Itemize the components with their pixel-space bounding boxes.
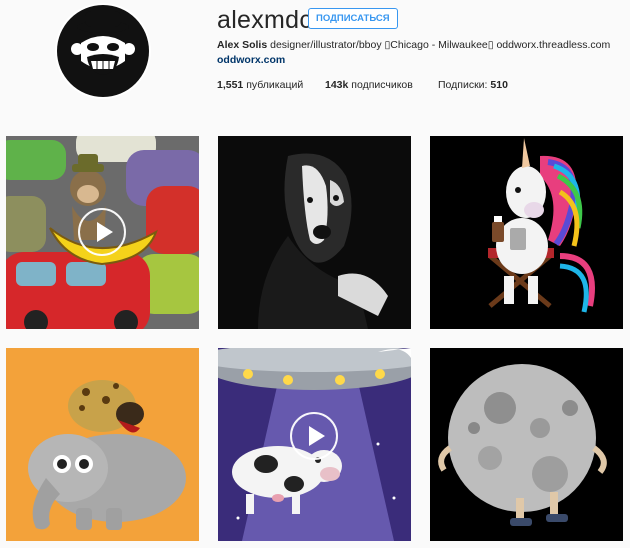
profile-avatar[interactable] <box>55 3 151 99</box>
post-tile[interactable] <box>430 136 623 329</box>
followers-count: 143k <box>325 79 349 91</box>
profile-bio: Alex Solis designer/illustrator/bboy ▯Ch… <box>217 39 610 51</box>
stat-followers[interactable]: 143k подписчиков <box>325 79 413 91</box>
stat-posts: 1,551 публикаций <box>217 79 303 91</box>
hyena-elephant-image <box>6 348 199 541</box>
followers-label: подписчиков <box>351 79 413 91</box>
moon-legs-image <box>430 348 623 541</box>
profile-username: alexmdc <box>217 6 313 34</box>
posts-label: публикаций <box>246 79 304 91</box>
post-tile[interactable] <box>6 348 199 541</box>
video-play-icon <box>78 208 126 256</box>
unicorn-image <box>430 136 623 329</box>
profile-full-name: Alex Solis <box>217 39 268 51</box>
follow-button[interactable]: ПОДПИСАТЬСЯ <box>308 8 398 29</box>
profile-website-link[interactable]: oddworx.com <box>217 54 285 66</box>
post-tile[interactable] <box>6 136 199 329</box>
video-play-icon <box>290 412 338 460</box>
following-label: Подписки: <box>438 79 488 91</box>
post-tile[interactable] <box>218 348 411 541</box>
gorilla-logo-icon <box>57 5 149 97</box>
post-tile[interactable] <box>218 136 411 329</box>
post-tile[interactable] <box>430 348 623 541</box>
profile-bio-text: designer/illustrator/bboy ▯Chicago - Mil… <box>270 39 611 51</box>
following-count: 510 <box>490 79 508 91</box>
stat-following[interactable]: Подписки: 510 <box>438 79 508 91</box>
dog-photo-image <box>218 136 411 329</box>
posts-count: 1,551 <box>217 79 244 91</box>
